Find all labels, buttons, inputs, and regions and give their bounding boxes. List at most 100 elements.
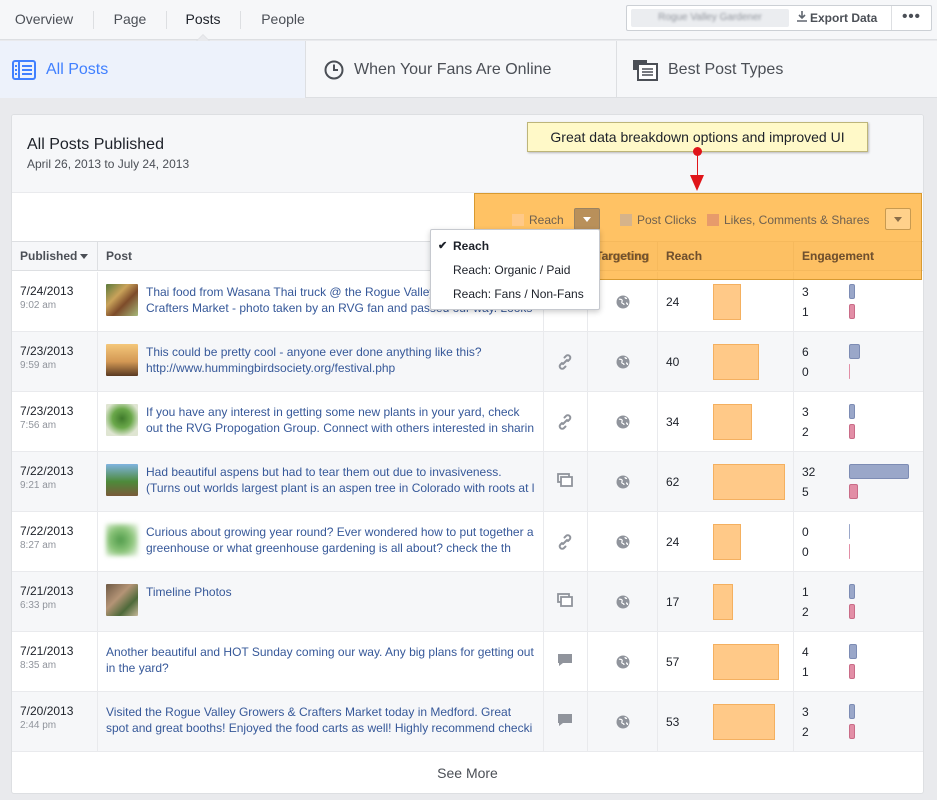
post-cell: Another beautiful and HOT Sunday coming … [98, 632, 544, 692]
metric-post-clicks[interactable]: Post Clicks [620, 212, 696, 228]
post-time: 9:02 am [20, 300, 57, 311]
column-published[interactable]: Published [12, 242, 98, 271]
tab-people[interactable]: People [250, 0, 316, 40]
metric-reach[interactable]: Reach [512, 212, 564, 228]
post-time: 6:33 pm [20, 600, 57, 611]
status-icon [557, 713, 573, 730]
subtab-all-posts[interactable]: All Posts [0, 41, 306, 98]
post-date: 7/23/2013 [20, 344, 74, 358]
likes-value: 0 [802, 545, 809, 559]
post-date: 7/20/2013 [20, 704, 74, 718]
tab-page[interactable]: Page [104, 0, 156, 40]
reach-cell: 24 [658, 272, 794, 332]
likes-bar [849, 364, 850, 379]
header-targeting-highlight: Targeting [595, 249, 649, 263]
globe-icon [616, 595, 630, 612]
reach-dropdown-button[interactable] [574, 208, 600, 230]
card-title: All Posts Published [27, 136, 164, 153]
type-cell [544, 452, 588, 512]
post-thumbnail[interactable] [106, 584, 138, 616]
reach-cell: 34 [658, 392, 794, 452]
post-link[interactable]: Visited the Rogue Valley Growers & Craft… [106, 704, 535, 736]
menu-item-reach-organic-paid[interactable]: Reach: Organic / Paid [431, 258, 599, 282]
metric-likes-comments-shares[interactable]: Likes, Comments & Shares [707, 212, 869, 228]
engagement-cell: 41 [794, 632, 923, 692]
menu-item-reach[interactable]: ✔ Reach [431, 234, 599, 258]
subtab-best-post-types[interactable]: Best Post Types [617, 41, 937, 98]
menu-item-reach-fans-nonfans[interactable]: Reach: Fans / Non-Fans [431, 282, 599, 306]
table-row[interactable]: 7/22/2013 8:27 am Curious about growing ye… [12, 512, 923, 572]
post-link[interactable]: Another beautiful and HOT Sunday coming … [106, 644, 535, 676]
post-date: 7/22/2013 [20, 524, 74, 538]
published-cell: 7/20/2013 2:44 pm [12, 692, 98, 752]
list-icon [12, 59, 36, 80]
subtab-when-fans-online[interactable]: When Your Fans Are Online [306, 41, 617, 98]
post-cell: This could be pretty cool - anyone ever … [98, 332, 544, 392]
table-row[interactable]: 7/23/2013 9:59 am This could be pretty coo… [12, 332, 923, 392]
table-row[interactable]: 7/23/2013 7:56 am If you have any interest… [12, 392, 923, 452]
export-data-label: Export Data [810, 11, 878, 25]
targeting-cell [588, 512, 658, 572]
post-thumbnail[interactable] [106, 464, 138, 496]
table-row[interactable]: 7/21/2013 6:33 pm Timeline Photos 17 1 2 [12, 572, 923, 632]
post-date: 7/22/2013 [20, 464, 74, 478]
tab-overview[interactable]: Overview [5, 0, 83, 40]
column-published-label: Published [20, 249, 78, 263]
type-cell [544, 392, 588, 452]
post-link[interactable]: If you have any interest in getting some… [146, 404, 535, 436]
likes-bar [849, 484, 858, 499]
post-types-icon [632, 59, 658, 81]
globe-icon [616, 415, 630, 432]
targeting-cell [588, 452, 658, 512]
engagement-cell: 12 [794, 572, 923, 632]
likes-value: 2 [802, 605, 809, 619]
page-selector[interactable]: Rogue Valley Gardener [631, 9, 789, 27]
globe-icon [616, 475, 630, 492]
likes-value: 2 [802, 725, 809, 739]
post-clicks-value: 3 [802, 705, 809, 719]
post-thumbnail[interactable] [106, 284, 138, 316]
checkmark-icon: ✔ [438, 240, 448, 252]
post-clicks-bar [849, 584, 855, 599]
reach-bar [713, 284, 741, 320]
metric-post-clicks-label: Post Clicks [637, 213, 697, 227]
published-cell: 7/23/2013 7:56 am [12, 392, 98, 452]
post-link[interactable]: Had beautiful aspens but had to tear the… [146, 464, 535, 496]
engagement-cell: 32 5 [794, 452, 923, 512]
post-clicks-bar [849, 464, 909, 479]
table-row[interactable]: 7/20/2013 2:44 pm Visited the Rogue Valley… [12, 692, 923, 752]
reach-swatch [512, 214, 524, 226]
engagement-dropdown-button[interactable] [885, 208, 911, 230]
reach-bar [713, 464, 785, 500]
status-icon [557, 653, 573, 670]
post-thumbnail[interactable] [106, 524, 138, 556]
tab-divider [93, 11, 94, 29]
tab-posts[interactable]: Posts [176, 0, 230, 41]
post-link[interactable]: Timeline Photos [146, 584, 535, 616]
table-row[interactable]: 7/21/2013 8:35 am Another beautiful and HO… [12, 632, 923, 692]
clock-icon [324, 60, 344, 80]
reach-value: 34 [666, 415, 680, 429]
post-clicks-value: 3 [802, 405, 809, 419]
post-link[interactable]: This could be pretty cool - anyone ever … [146, 344, 535, 376]
likes-bar [849, 424, 855, 439]
post-clicks-value: 6 [802, 345, 809, 359]
menu-item-reach-label: Reach [453, 239, 490, 253]
subtab-when-fans-online-label: When Your Fans Are Online [354, 60, 552, 78]
table-row[interactable]: 7/22/2013 9:21 am Had beautiful aspens but… [12, 452, 923, 512]
likes-bar [849, 664, 855, 679]
post-cell: Timeline Photos [98, 572, 544, 632]
post-thumbnail[interactable] [106, 404, 138, 436]
type-cell [544, 512, 588, 572]
engagement-cell: 32 [794, 692, 923, 752]
see-more-button[interactable]: See More [12, 751, 923, 793]
active-tab-caret [196, 34, 210, 41]
export-data-button[interactable]: Export Data [797, 6, 877, 30]
more-options-button[interactable]: ••• [891, 6, 931, 30]
globe-icon [616, 295, 630, 312]
subtab-best-post-types-label: Best Post Types [668, 60, 784, 78]
post-thumbnail[interactable] [106, 344, 138, 376]
likes-bar [849, 604, 855, 619]
tab-divider [240, 11, 241, 29]
post-link[interactable]: Curious about growing year round? Ever w… [146, 524, 535, 556]
